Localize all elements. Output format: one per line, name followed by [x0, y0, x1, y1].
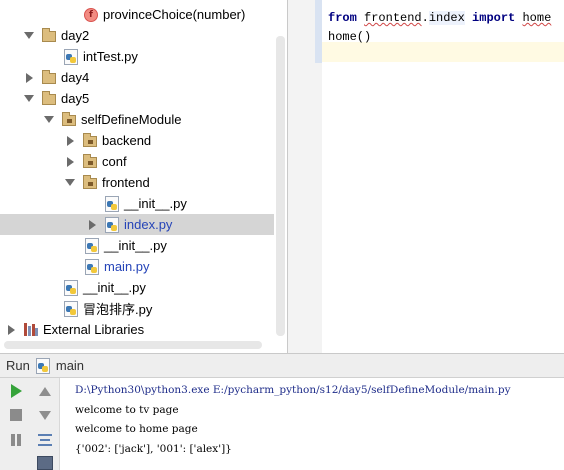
- chevron-right-icon[interactable]: [24, 73, 34, 83]
- scroll-end-icon: [37, 456, 53, 470]
- tree-item-day5-init[interactable]: __init__.py: [0, 277, 274, 298]
- tree-item-label: day2: [61, 28, 90, 43]
- tree-item-label: __init__.py: [83, 280, 146, 295]
- tree-item-selfdefinemodule[interactable]: selfDefineModule: [0, 109, 274, 130]
- keyword-from: from: [328, 11, 357, 25]
- tree-item-main[interactable]: main.py: [0, 256, 274, 277]
- tree-item-label: index.py: [124, 217, 173, 232]
- console-line: {'002': ['jack'], '001': ['alex']}: [75, 442, 232, 455]
- tree-item-label: backend: [102, 133, 152, 148]
- tree-item-label: conf: [102, 154, 127, 169]
- tree-item-inttest[interactable]: intTest.py: [0, 46, 274, 67]
- library-icon: [24, 323, 38, 336]
- python-file-icon: [85, 237, 99, 254]
- code-editor[interactable]: from frontend.index import home home(): [288, 0, 564, 353]
- tree-item-label: External Libraries: [43, 322, 145, 337]
- python-run-config-icon: [35, 357, 50, 374]
- folder-icon: [42, 90, 56, 105]
- change-marker: [315, 0, 322, 63]
- tree-item-label: selfDefineModule: [81, 112, 182, 127]
- module-name: frontend: [364, 11, 422, 25]
- vertical-scrollbar[interactable]: [276, 36, 285, 336]
- console-line: welcome to home page: [75, 423, 198, 435]
- tree-item-label: __init__.py: [124, 196, 187, 211]
- tree-item-label: day4: [61, 70, 90, 85]
- project-tree-panel: f provinceChoice(number) day2 intTest.py…: [0, 0, 287, 353]
- chevron-right-icon[interactable]: [65, 157, 75, 167]
- tree-item-conf[interactable]: conf: [0, 151, 274, 172]
- python-file-icon: [105, 216, 119, 233]
- console-output[interactable]: D:\Python30\python3.exe E:/pycharm_pytho…: [61, 378, 564, 470]
- play-icon: [10, 384, 22, 398]
- package-icon: [83, 132, 97, 147]
- package-icon: [83, 174, 97, 189]
- run-config-tab[interactable]: main: [56, 358, 84, 373]
- arrow-down-icon: [39, 410, 51, 420]
- python-file-icon: [64, 48, 78, 65]
- scroll-up-button[interactable]: [34, 380, 56, 402]
- folder-icon: [42, 27, 56, 42]
- editor-gutter: [288, 0, 322, 353]
- tree-item-day2[interactable]: day2: [0, 25, 274, 46]
- rerun-button[interactable]: [5, 380, 27, 402]
- scroll-down-button[interactable]: [34, 404, 56, 426]
- tree-item-bubble-sort[interactable]: 冒泡排序.py: [0, 298, 274, 319]
- imported-name: home: [522, 11, 552, 25]
- tree-item-frontend[interactable]: frontend: [0, 172, 274, 193]
- tree-item-label: day5: [61, 91, 90, 106]
- tree-item-module-init[interactable]: __init__.py: [0, 235, 274, 256]
- tree-item-provincechoice[interactable]: f provinceChoice(number): [0, 4, 274, 25]
- scroll-to-end-button[interactable]: [34, 452, 56, 470]
- dot: .: [421, 11, 429, 25]
- current-line-highlight: [322, 42, 564, 62]
- run-tool-window-header: Run main: [0, 354, 564, 378]
- chevron-right-icon[interactable]: [65, 136, 75, 146]
- pause-button[interactable]: [5, 429, 27, 451]
- chevron-down-icon[interactable]: [24, 94, 34, 104]
- chevron-down-icon[interactable]: [24, 31, 34, 41]
- keyword-import: import: [472, 11, 516, 25]
- package-icon: [83, 153, 97, 168]
- tree-item-label: frontend: [102, 175, 150, 190]
- python-file-icon: [64, 279, 78, 296]
- tree-item-label: __init__.py: [104, 238, 167, 253]
- function-icon: f: [84, 7, 98, 22]
- tree-item-index[interactable]: index.py: [0, 214, 274, 235]
- code-line-1[interactable]: from frontend.index import home: [328, 11, 551, 25]
- tree-item-external-libraries[interactable]: External Libraries: [0, 319, 274, 340]
- tree-item-label: 冒泡排序.py: [83, 302, 153, 317]
- python-file-icon: [105, 195, 119, 212]
- run-toolbar: [0, 378, 60, 470]
- tree-item-label: intTest.py: [83, 49, 138, 64]
- tree-item-label: provinceChoice(number): [103, 7, 246, 22]
- tree-item-day5[interactable]: day5: [0, 88, 274, 109]
- chevron-right-icon[interactable]: [6, 325, 16, 335]
- horizontal-scrollbar[interactable]: [4, 341, 262, 349]
- tree-item-day4[interactable]: day4: [0, 67, 274, 88]
- chevron-down-icon[interactable]: [65, 178, 75, 188]
- tree-item-backend[interactable]: backend: [0, 130, 274, 151]
- module-name: index: [428, 11, 465, 25]
- console-command-line: D:\Python30\python3.exe E:/pycharm_pytho…: [75, 384, 511, 396]
- python-file-icon: [85, 258, 99, 275]
- folder-icon: [42, 69, 56, 84]
- run-title: Run: [6, 358, 30, 373]
- code-line-2[interactable]: home(): [328, 30, 371, 44]
- chevron-down-icon[interactable]: [44, 115, 54, 125]
- package-icon: [62, 111, 76, 126]
- python-file-icon: [64, 300, 78, 317]
- pause-icon: [11, 434, 21, 446]
- wrap-icon: [38, 434, 52, 446]
- arrow-up-icon: [39, 386, 51, 396]
- stop-button[interactable]: [5, 404, 27, 426]
- console-line: welcome to tv page: [75, 403, 179, 416]
- stop-icon: [10, 409, 22, 421]
- tree-item-frontend-init[interactable]: __init__.py: [0, 193, 274, 214]
- soft-wrap-button[interactable]: [34, 429, 56, 451]
- chevron-right-icon[interactable]: [87, 220, 97, 230]
- tree-item-label: main.py: [104, 259, 150, 274]
